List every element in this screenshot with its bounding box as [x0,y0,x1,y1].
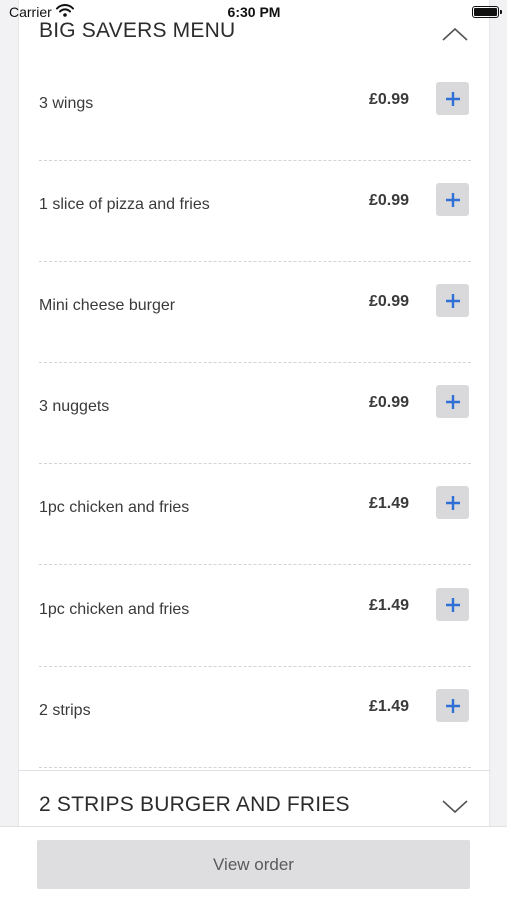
plus-icon [445,293,460,308]
item-name: 3 wings [39,95,94,112]
add-item-button[interactable] [436,284,469,317]
chevron-down-icon[interactable] [441,799,469,815]
add-item-button[interactable] [436,183,469,216]
status-bar: Carrier 6:30 PM [0,0,507,24]
add-item-button[interactable] [436,486,469,519]
plus-icon [445,698,460,713]
plus-icon [445,91,460,106]
plus-icon [445,192,460,207]
item-price: £0.99 [368,192,409,209]
plus-icon [445,495,460,510]
add-item-button[interactable] [436,588,469,621]
battery-icon [471,6,502,18]
wifi-icon [55,4,74,20]
status-time: 6:30 PM [227,4,281,20]
item-name: 3 nuggets [39,398,110,415]
item-price: £0.99 [368,293,409,310]
list-item: 3 wings £0.99 [19,60,491,161]
item-price: £0.99 [368,394,409,411]
item-price: £1.49 [368,597,409,614]
item-name: 2 strips [39,702,91,719]
item-price: £0.99 [368,91,409,108]
carrier-label: Carrier [9,4,52,20]
list-item: 1pc chicken and fries £1.49 [19,566,491,667]
add-item-button[interactable] [436,385,469,418]
item-price: £1.49 [368,495,409,512]
item-divider [39,767,471,768]
list-item: 1pc chicken and fries £1.49 [19,464,491,565]
item-price: £1.49 [368,698,409,715]
plus-icon [445,597,460,612]
item-name: 1pc chicken and fries [39,499,190,516]
item-divider [39,564,471,565]
status-right [359,6,502,18]
screen: Carrier 6:30 PM BIG SAVERS MENU 3 wings [0,0,507,900]
list-item: 3 nuggets £0.99 [19,363,491,464]
list-item: 1 slice of pizza and fries £0.99 [19,161,491,262]
menu-card: BIG SAVERS MENU 3 wings £0.99 1 slice of… [18,0,491,830]
plus-icon [445,394,460,409]
add-item-button[interactable] [436,82,469,115]
bottom-bar: View order [0,826,507,900]
list-item: 2 strips £1.49 [19,667,491,768]
add-item-button[interactable] [436,689,469,722]
view-order-button[interactable]: View order [37,840,470,889]
item-name: 1pc chicken and fries [39,601,190,618]
list-item: Mini cheese burger £0.99 [19,262,491,363]
item-name: Mini cheese burger [39,297,176,314]
section-title: 2 STRIPS BURGER AND FRIES [39,793,350,816]
status-left: Carrier [9,4,149,20]
item-name: 1 slice of pizza and fries [39,196,210,213]
chevron-up-icon[interactable] [441,26,469,42]
section-header-2-strips[interactable]: 2 STRIPS BURGER AND FRIES [19,771,491,830]
